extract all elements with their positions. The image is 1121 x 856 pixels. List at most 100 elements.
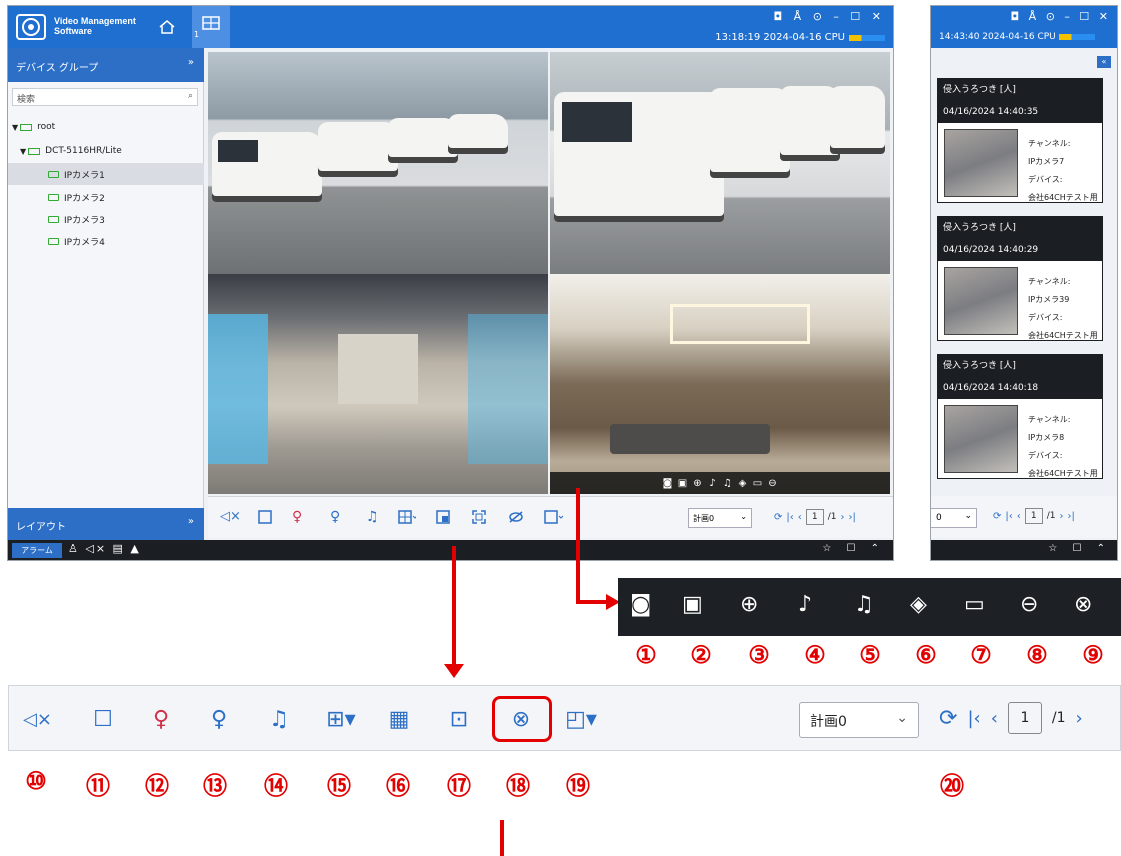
alert-card[interactable]: 侵入うろつき [人] 04/16/2024 14:40:35 チャンネル: IP… xyxy=(937,78,1103,203)
tab-live-view[interactable]: 1 xyxy=(192,6,230,48)
callout-number-2: ② xyxy=(690,640,712,669)
stream-icon[interactable]: ▭ xyxy=(964,592,985,617)
app-name-line1: Video Management xyxy=(54,16,136,26)
device-group-header[interactable]: デバイス グループ » xyxy=(8,48,204,82)
fullscreen-icon[interactable] xyxy=(472,509,490,527)
last-page-icon[interactable]: ›| xyxy=(1068,511,1075,522)
aspect-ratio-icon[interactable] xyxy=(544,509,564,527)
microphone-icon[interactable]: ♪ xyxy=(707,478,718,489)
alert-snapshot[interactable] xyxy=(944,129,1018,197)
status-right-controls[interactable]: ☆ ☐ ⌃ xyxy=(822,543,885,554)
next-page-icon[interactable]: › xyxy=(1076,708,1083,729)
first-page-icon[interactable]: |‹ xyxy=(786,512,793,523)
save-layout-icon[interactable] xyxy=(436,509,454,527)
aspect-ratio-icon[interactable]: ◰▾ xyxy=(561,706,601,734)
search-icon[interactable]: ⌕ xyxy=(188,91,193,101)
plan-select[interactable]: 0 ⌄ xyxy=(931,508,977,528)
mute-icon[interactable]: ◁× xyxy=(23,706,52,734)
page-number-input[interactable]: 1 xyxy=(805,509,824,525)
plan-cycle-icon[interactable]: ⟳ xyxy=(774,512,782,523)
snapshot-icon[interactable]: ◙ xyxy=(630,592,651,617)
video-tile-2[interactable] xyxy=(550,52,890,274)
expand-icon[interactable]: ▼ xyxy=(20,147,26,156)
talk-icon[interactable]: ♫ xyxy=(722,478,733,489)
ptz-icon[interactable]: ⊖ xyxy=(767,478,778,489)
plan-select[interactable]: 計画0 ⌄ xyxy=(799,702,919,738)
fullscreen-icon[interactable]: ⊡ xyxy=(445,706,473,734)
video-tile-3[interactable] xyxy=(208,274,548,494)
page-number-input[interactable]: 1 xyxy=(1024,508,1043,524)
pager: ⟳ |‹ ‹ 1 /1 › ›| xyxy=(774,509,856,525)
tree-item-device[interactable]: ▼ DCT-5116HR/Lite xyxy=(8,140,204,162)
callout-number-4: ④ xyxy=(804,640,826,669)
tree-item-camera-1[interactable]: IPカメラ1 xyxy=(8,163,204,185)
stream-icon[interactable]: ▭ xyxy=(752,478,763,489)
alarm-light-icon[interactable]: ◈ xyxy=(910,592,927,617)
save-layout-icon[interactable]: ▦ xyxy=(385,706,413,734)
prev-page-icon[interactable]: ‹ xyxy=(1017,511,1021,522)
lens-icon[interactable]: ⊗ xyxy=(1074,592,1092,617)
bell-icon[interactable]: ♫ xyxy=(265,706,293,734)
stop-all-icon[interactable]: ☐ xyxy=(89,706,117,734)
callout-number-11: ⑪ xyxy=(86,771,110,800)
plan-select[interactable]: 計画0 ⌄ xyxy=(688,508,752,528)
snapshot-icon[interactable]: ◙ xyxy=(662,478,673,489)
search-input[interactable]: 検索 ⌕ xyxy=(12,88,198,106)
layout-footer[interactable]: レイアウト » xyxy=(8,508,204,540)
tree-label: DCT-5116HR/Lite xyxy=(45,146,122,156)
tree-item-camera-4[interactable]: IPカメラ4 xyxy=(8,230,204,252)
channel-value: IPカメラ8 xyxy=(1028,433,1065,442)
layout-grid-icon[interactable]: ⊞▾ xyxy=(321,706,361,734)
prev-page-icon[interactable]: ‹ xyxy=(991,708,998,729)
alarm-light-icon[interactable]: ♀ xyxy=(330,509,348,527)
device-value: 会社64CHテスト用 xyxy=(1028,331,1098,340)
expand-icon[interactable]: ▼ xyxy=(12,123,18,132)
alarm-light-icon[interactable]: ♀ xyxy=(205,706,233,734)
collapse-up-icon[interactable]: » xyxy=(188,57,194,68)
alarm-button[interactable]: アラーム xyxy=(12,543,62,558)
status-icons[interactable]: ♙ ◁× ▤ ▲ xyxy=(68,542,141,555)
alert-card[interactable]: 侵入うろつき [人] 04/16/2024 14:40:29 チャンネル: IP… xyxy=(937,216,1103,341)
layout-grid-icon[interactable] xyxy=(398,509,418,527)
video-tile-1[interactable] xyxy=(208,52,548,274)
alert-snapshot[interactable] xyxy=(944,267,1018,335)
talk-icon[interactable]: ♫ xyxy=(854,592,874,617)
last-page-icon[interactable]: ›| xyxy=(849,512,856,523)
van-window xyxy=(218,140,258,162)
next-page-icon[interactable]: › xyxy=(1060,511,1064,522)
zoom-icon[interactable]: ⊕ xyxy=(692,478,703,489)
status-right-controls[interactable]: ☆ ☐ ⌃ xyxy=(1048,543,1111,554)
video-tile-4[interactable] xyxy=(550,274,890,494)
layout-label: レイアウト xyxy=(16,522,66,533)
home-icon[interactable] xyxy=(158,18,176,36)
page-number-input[interactable]: 1 xyxy=(1007,702,1042,734)
record-icon[interactable]: ▣ xyxy=(682,592,703,617)
expand-down-icon[interactable]: » xyxy=(188,516,194,527)
collapse-left-icon[interactable]: « xyxy=(1097,56,1111,68)
window-controls[interactable]: ◘ Å ⊙ – ☐ ✕ xyxy=(1010,10,1111,23)
stop-all-icon[interactable] xyxy=(258,509,276,527)
plan-cycle-icon[interactable]: ⟳ xyxy=(939,706,957,731)
alert-card[interactable]: 侵入うろつき [人] 04/16/2024 14:40:18 チャンネル: IP… xyxy=(937,354,1103,479)
record-icon[interactable]: ▣ xyxy=(677,478,688,489)
tree-item-camera-2[interactable]: IPカメラ2 xyxy=(8,186,204,208)
prev-page-icon[interactable]: ‹ xyxy=(798,512,802,523)
device-label: デバイス: xyxy=(1028,175,1063,184)
zoom-icon[interactable]: ⊕ xyxy=(740,592,758,617)
alarm-off-icon[interactable]: ♀ xyxy=(292,509,310,527)
plan-cycle-icon[interactable]: ⟳ xyxy=(993,511,1001,522)
hide-overlay-icon[interactable] xyxy=(508,509,526,527)
alarm-off-icon[interactable]: ♀ xyxy=(147,706,175,734)
window-controls[interactable]: ◘ Å ⊙ – ☐ ✕ xyxy=(773,10,885,23)
tree-item-root[interactable]: ▼ root xyxy=(8,116,204,138)
next-page-icon[interactable]: › xyxy=(841,512,845,523)
ptz-icon[interactable]: ⊖ xyxy=(1020,592,1038,617)
mute-icon[interactable]: ◁× xyxy=(220,509,241,527)
alert-snapshot[interactable] xyxy=(944,405,1018,473)
microphone-icon[interactable]: ♪ xyxy=(798,592,812,617)
tree-item-camera-3[interactable]: IPカメラ3 xyxy=(8,208,204,230)
alarm-light-icon[interactable]: ◈ xyxy=(737,478,748,489)
bell-icon[interactable]: ♫ xyxy=(366,509,384,527)
first-page-icon[interactable]: |‹ xyxy=(1005,511,1012,522)
first-page-icon[interactable]: |‹ xyxy=(967,708,980,729)
